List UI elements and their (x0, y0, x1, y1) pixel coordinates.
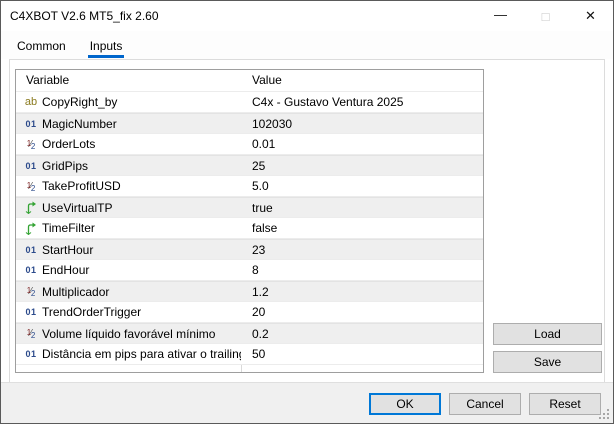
bottom-bar (1, 382, 613, 423)
minimize-button[interactable]: — (478, 1, 523, 31)
variable-name: MagicNumber (42, 117, 117, 131)
tab-strip: Common Inputs (1, 31, 613, 59)
variable-value[interactable]: 50 (241, 344, 483, 364)
variable-value[interactable]: 20 (241, 302, 483, 322)
variable-name: Distância em pips para ativar o trailing (42, 347, 241, 361)
variable-name: OrderLots (42, 137, 95, 151)
table-row[interactable]: UseVirtualTP true (16, 197, 483, 218)
table-row[interactable]: 01 EndHour 8 (16, 260, 483, 281)
integer-icon: 01 (23, 265, 39, 275)
close-icon: ✕ (585, 8, 596, 24)
string-icon: ab (23, 96, 39, 108)
table-row[interactable]: 01 GridPips 25 (16, 155, 483, 176)
maximize-icon: □ (542, 9, 550, 24)
inputs-dialog: C4XBOT V2.6 MT5_fix 2.60 — □ ✕ Common In… (0, 0, 614, 424)
variable-name: TrendOrderTrigger (42, 305, 141, 319)
table-row[interactable]: 01 TrendOrderTrigger 20 (16, 302, 483, 323)
variable-value[interactable]: 1.2 (241, 282, 483, 301)
variable-value[interactable]: C4x - Gustavo Ventura 2025 (241, 92, 483, 112)
save-button[interactable]: Save (493, 351, 602, 373)
variable-cell: 01 TrendOrderTrigger (16, 302, 241, 322)
table-row[interactable]: 01 Distância em pips para ativar o trail… (16, 344, 483, 365)
variable-cell: 01 EndHour (16, 260, 241, 280)
variable-name: Multiplicador (42, 285, 109, 299)
reset-button[interactable]: Reset (529, 393, 601, 415)
table-row[interactable]: 1⁄2 Volume líquido favorável mínimo 0.2 (16, 323, 483, 344)
table-row[interactable]: ab CopyRight_by C4x - Gustavo Ventura 20… (16, 92, 483, 113)
variable-cell: 1⁄2 Volume líquido favorável mínimo (16, 324, 241, 343)
tab-inputs[interactable]: Inputs (88, 35, 125, 59)
resize-grip[interactable] (599, 409, 609, 419)
integer-icon: 01 (23, 245, 39, 255)
variable-name: CopyRight_by (42, 95, 117, 109)
close-button[interactable]: ✕ (568, 1, 613, 31)
variable-value[interactable]: 23 (241, 240, 483, 259)
variable-name: StartHour (42, 243, 93, 257)
integer-icon: 01 (23, 307, 39, 317)
column-header-value: Value (241, 70, 483, 91)
table-body: ab CopyRight_by C4x - Gustavo Ventura 20… (16, 92, 483, 365)
integer-icon: 01 (23, 161, 39, 171)
double-icon: 1⁄2 (23, 286, 39, 297)
variable-name: TakeProfitUSD (42, 179, 121, 193)
table-header: Variable Value (16, 70, 483, 92)
variable-name: UseVirtualTP (42, 201, 112, 215)
variable-cell: 1⁄2 TakeProfitUSD (16, 176, 241, 196)
table-row[interactable]: 01 StartHour 23 (16, 239, 483, 260)
variable-value[interactable]: 0.01 (241, 134, 483, 154)
variable-value[interactable]: 0.2 (241, 324, 483, 343)
table-row[interactable]: 1⁄2 Multiplicador 1.2 (16, 281, 483, 302)
variable-cell: 1⁄2 Multiplicador (16, 282, 241, 301)
ok-button[interactable]: OK (369, 393, 441, 415)
load-button[interactable]: Load (493, 323, 602, 345)
table-row[interactable]: TimeFilter false (16, 218, 483, 239)
table-row[interactable]: 1⁄2 OrderLots 0.01 (16, 134, 483, 155)
cancel-button[interactable]: Cancel (449, 393, 521, 415)
variable-name: EndHour (42, 263, 89, 277)
variable-cell: 01 MagicNumber (16, 114, 241, 133)
double-icon: 1⁄2 (23, 181, 39, 192)
double-icon: 1⁄2 (23, 139, 39, 150)
variable-value[interactable]: false (241, 218, 483, 238)
tab-common[interactable]: Common (15, 35, 68, 59)
variable-cell: 01 Distância em pips para ativar o trail… (16, 344, 241, 364)
boolean-icon (23, 201, 39, 214)
integer-icon: 01 (23, 349, 39, 359)
variable-name: Volume líquido favorável mínimo (42, 327, 215, 341)
column-header-variable: Variable (16, 70, 241, 91)
variable-name: TimeFilter (42, 221, 95, 235)
table-row[interactable]: 01 MagicNumber 102030 (16, 113, 483, 134)
variable-cell: UseVirtualTP (16, 198, 241, 217)
variable-cell: TimeFilter (16, 218, 241, 238)
double-icon: 1⁄2 (23, 328, 39, 339)
variable-name: GridPips (42, 159, 88, 173)
variable-cell: ab CopyRight_by (16, 92, 241, 112)
window-title: C4XBOT V2.6 MT5_fix 2.60 (1, 9, 159, 23)
variable-value[interactable]: 8 (241, 260, 483, 280)
variable-cell: 1⁄2 OrderLots (16, 134, 241, 154)
minimize-icon: — (494, 7, 507, 22)
table-row[interactable]: 1⁄2 TakeProfitUSD 5.0 (16, 176, 483, 197)
variable-cell: 01 GridPips (16, 156, 241, 175)
variable-value[interactable]: 25 (241, 156, 483, 175)
integer-icon: 01 (23, 119, 39, 129)
variable-value[interactable]: true (241, 198, 483, 217)
maximize-button[interactable]: □ (523, 1, 568, 31)
caption-buttons: — □ ✕ (478, 1, 613, 31)
parameters-table: Variable Value ab CopyRight_by C4x - Gus… (15, 69, 484, 373)
variable-value[interactable]: 102030 (241, 114, 483, 133)
boolean-icon (23, 222, 39, 235)
title-bar[interactable]: C4XBOT V2.6 MT5_fix 2.60 — □ ✕ (1, 1, 613, 31)
variable-cell: 01 StartHour (16, 240, 241, 259)
variable-value[interactable]: 5.0 (241, 176, 483, 196)
